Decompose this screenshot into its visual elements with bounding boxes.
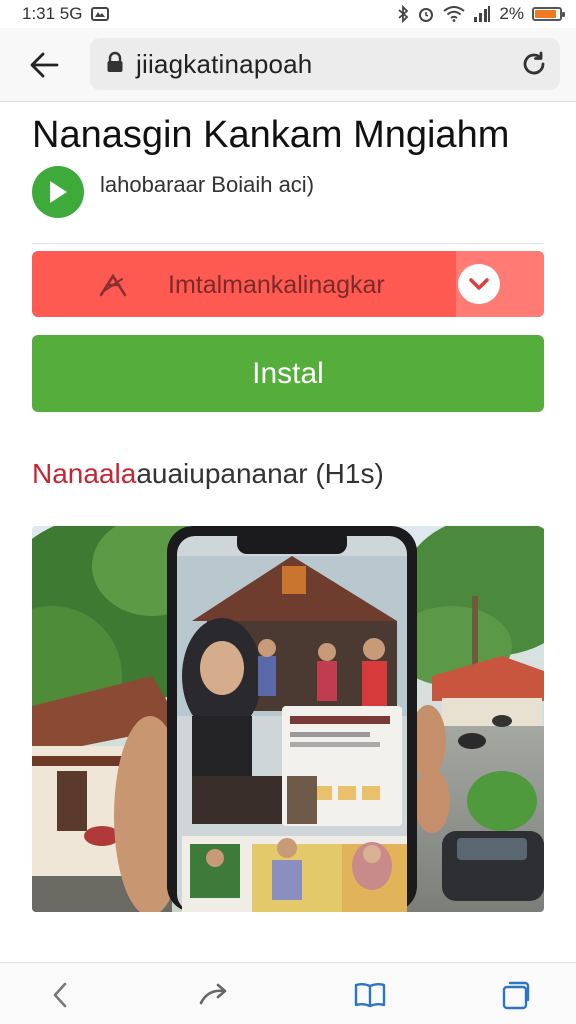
app-title: Nanasgin Kankam Mngiahm (32, 114, 510, 156)
status-right: 2% (397, 4, 565, 24)
wifi-icon (443, 6, 466, 22)
divider (32, 243, 544, 244)
battery-icon (532, 7, 565, 21)
url-text: jiiagkatinapoah (136, 48, 313, 79)
tabs-icon (502, 981, 530, 1010)
gallery-notification-icon (90, 7, 109, 21)
alarm-icon (417, 5, 435, 23)
nav-share-button[interactable] (194, 977, 234, 1013)
promo-text: Imtalmankalinagkar (168, 271, 385, 299)
lock-icon (106, 51, 124, 78)
reload-button[interactable] (518, 48, 550, 80)
reload-icon (523, 51, 545, 75)
install-button[interactable]: Instal (32, 335, 544, 412)
browser-toolbar: jiiagkatinapoah (0, 28, 576, 102)
screenshot-illustration (32, 526, 544, 912)
back-arrow-icon (30, 52, 59, 78)
nav-back-button[interactable] (40, 977, 80, 1013)
bluetooth-icon (397, 5, 409, 23)
nav-tabs-button[interactable] (496, 977, 536, 1013)
browser-bottom-bar (0, 962, 576, 1024)
status-time: 1:31 5G (22, 4, 83, 23)
share-arrow-icon (199, 983, 227, 1005)
back-chevron-icon (53, 982, 67, 1008)
developer-name: lahobaraar Boiaih aci) (100, 172, 315, 197)
status-left: 1:31 5G (22, 4, 109, 24)
heart-icon (469, 278, 489, 290)
battery-level-fill (535, 10, 556, 18)
tools-icon (98, 271, 128, 302)
promo-banner[interactable]: Imtalmankalinagkar (32, 251, 544, 317)
nav-bookmarks-button[interactable] (350, 977, 390, 1013)
section-label-accent: Nanaala (32, 458, 137, 489)
wishlist-button[interactable] (458, 264, 500, 304)
bookmarks-book-icon (354, 983, 386, 1008)
back-button[interactable] (26, 48, 62, 82)
battery-percent: 2% (499, 4, 524, 23)
signal-icon (473, 6, 491, 22)
section-label-rest: auaiupananar (H1s) (136, 458, 384, 489)
section-label: Nanaalaauaiupananar (H1s) (32, 458, 384, 490)
status-bar: 1:31 5G 2% (0, 0, 576, 28)
play-icon (50, 181, 67, 203)
app-screenshot-image[interactable] (32, 526, 544, 912)
url-field[interactable]: jiiagkatinapoah (90, 38, 560, 90)
play-button[interactable] (32, 166, 84, 218)
